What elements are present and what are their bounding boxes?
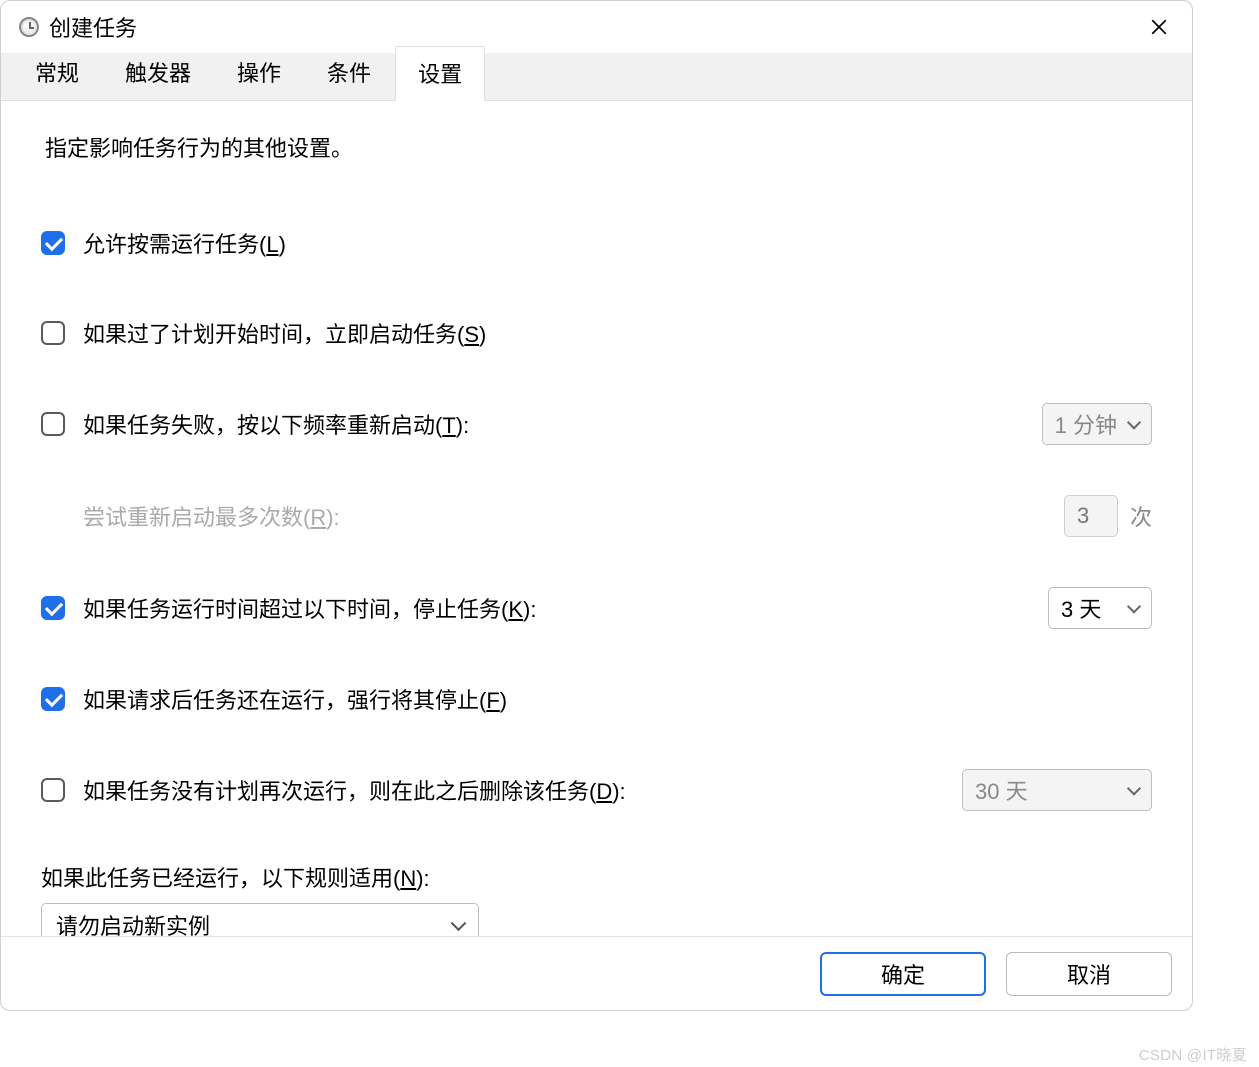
- hotkey: F: [486, 688, 499, 713]
- checkbox-start-if-missed[interactable]: [41, 321, 65, 345]
- stop-duration-select[interactable]: 3 天: [1048, 587, 1152, 629]
- label-text: ):: [456, 413, 469, 438]
- label-text: 如果任务运行时间超过以下时间，停止任务(: [83, 597, 508, 622]
- row-retry-count: 尝试重新启动最多次数(R): 3 次: [41, 495, 1152, 537]
- settings-panel: 指定影响任务行为的其他设置。 允许按需运行任务(L) 如果过了计划开始时间，立即…: [1, 101, 1192, 936]
- dialog-title: 创建任务: [49, 11, 137, 43]
- delete-after-select: 30 天: [962, 769, 1152, 811]
- clock-icon: [19, 17, 39, 37]
- ok-button[interactable]: 确定: [820, 952, 986, 996]
- checkbox-delete-after[interactable]: [41, 778, 65, 802]
- label-start-if-missed: 如果过了计划开始时间，立即启动任务(S): [83, 317, 486, 349]
- label-delete-after: 如果任务没有计划再次运行，则在此之后删除该任务(D):: [83, 774, 626, 806]
- retry-count-wrap: 3 次: [1064, 495, 1152, 537]
- label-text: ): [500, 688, 507, 713]
- label-text: 如果任务没有计划再次运行，则在此之后删除该任务(: [83, 779, 596, 804]
- label-text: 如果此任务已经运行，以下规则适用(: [41, 866, 400, 891]
- cancel-button[interactable]: 取消: [1006, 952, 1172, 996]
- label-text: ): [479, 322, 486, 347]
- instance-rule-select[interactable]: 请勿启动新实例: [41, 903, 479, 936]
- tab-bar: 常规 触发器 操作 条件 设置: [1, 53, 1192, 101]
- hotkey: R: [310, 505, 326, 530]
- stop-duration-wrap: 3 天: [1048, 587, 1152, 629]
- label-text: 如果请求后任务还在运行，强行将其停止(: [83, 688, 486, 713]
- create-task-dialog: 创建任务 常规 触发器 操作 条件 设置 指定影响任务行为的其他设置。 允许按需…: [0, 0, 1193, 1011]
- hotkey: T: [442, 413, 455, 438]
- hotkey: L: [266, 232, 278, 257]
- restart-interval-wrap: 1 分钟: [1042, 403, 1152, 445]
- row-restart-on-fail: 如果任务失败，按以下频率重新启动(T): 1 分钟: [41, 403, 1152, 445]
- label-text: ):: [523, 597, 536, 622]
- label-text: 如果过了计划开始时间，立即启动任务(: [83, 322, 464, 347]
- label-stop-if-long: 如果任务运行时间超过以下时间，停止任务(K):: [83, 592, 536, 624]
- dialog-footer: 确定 取消: [1, 936, 1192, 1010]
- label-restart-on-fail: 如果任务失败，按以下频率重新启动(T):: [83, 408, 469, 440]
- tab-actions[interactable]: 操作: [215, 46, 303, 100]
- label-retry-count: 尝试重新启动最多次数(R):: [83, 500, 340, 532]
- hotkey: K: [508, 597, 523, 622]
- label-text: 如果任务失败，按以下频率重新启动(: [83, 413, 442, 438]
- checkbox-restart-on-fail[interactable]: [41, 412, 65, 436]
- checkbox-allow-on-demand[interactable]: [41, 231, 65, 255]
- row-allow-on-demand: 允许按需运行任务(L): [41, 223, 1152, 263]
- hotkey: D: [596, 779, 612, 804]
- label-text: 尝试重新启动最多次数(: [83, 505, 310, 530]
- hotkey: N: [400, 866, 416, 891]
- close-icon: [1150, 18, 1168, 36]
- watermark: CSDN @IT晓夏: [1139, 1044, 1247, 1065]
- delete-after-wrap: 30 天: [962, 769, 1152, 811]
- settings-description: 指定影响任务行为的其他设置。: [45, 131, 1152, 163]
- tab-general[interactable]: 常规: [13, 46, 101, 100]
- label-text: ):: [612, 779, 625, 804]
- label-text: ): [279, 232, 286, 257]
- tab-settings[interactable]: 设置: [395, 46, 485, 101]
- row-force-stop: 如果请求后任务还在运行，强行将其停止(F): [41, 679, 1152, 719]
- label-text: ):: [326, 505, 339, 530]
- retry-count-suffix: 次: [1130, 500, 1152, 532]
- tab-triggers[interactable]: 触发器: [103, 46, 213, 100]
- label-text: ):: [416, 866, 429, 891]
- label-instance-rule: 如果此任务已经运行，以下规则适用(N):: [41, 861, 1152, 893]
- row-stop-if-long: 如果任务运行时间超过以下时间，停止任务(K): 3 天: [41, 587, 1152, 629]
- row-delete-after: 如果任务没有计划再次运行，则在此之后删除该任务(D): 30 天: [41, 769, 1152, 811]
- label-allow-on-demand: 允许按需运行任务(L): [83, 227, 286, 259]
- label-text: 允许按需运行任务(: [83, 232, 266, 257]
- retry-count-input: 3: [1064, 495, 1118, 537]
- label-force-stop: 如果请求后任务还在运行，强行将其停止(F): [83, 683, 507, 715]
- row-start-if-missed: 如果过了计划开始时间，立即启动任务(S): [41, 313, 1152, 353]
- close-button[interactable]: [1136, 4, 1182, 50]
- restart-interval-select: 1 分钟: [1042, 403, 1152, 445]
- hotkey: S: [464, 322, 479, 347]
- checkbox-stop-if-long[interactable]: [41, 596, 65, 620]
- tab-conditions[interactable]: 条件: [305, 46, 393, 100]
- checkbox-force-stop[interactable]: [41, 687, 65, 711]
